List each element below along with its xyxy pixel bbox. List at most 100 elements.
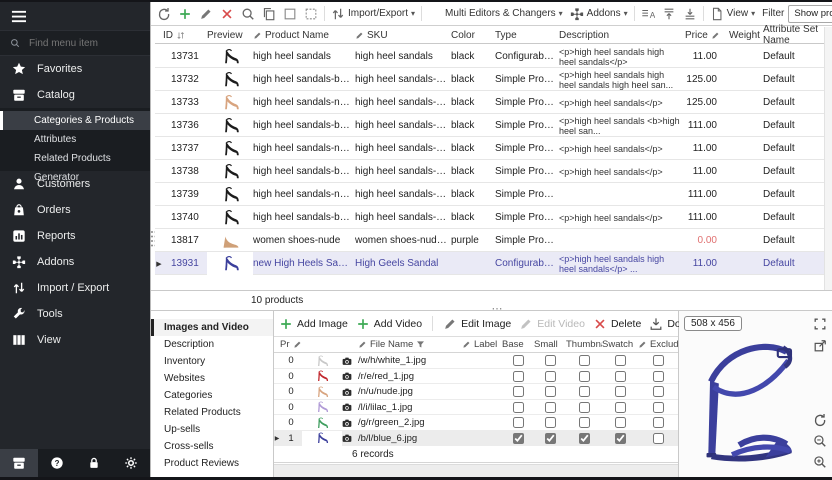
exclude-checkbox[interactable] — [653, 417, 664, 428]
hamburger-menu-icon[interactable] — [10, 9, 27, 24]
small-checkbox[interactable] — [545, 402, 556, 413]
edit-video-button[interactable]: Edit Video — [519, 317, 585, 331]
catalog-shortcut-icon[interactable] — [0, 449, 38, 477]
column-header-small[interactable]: Small — [534, 339, 566, 350]
addons-menu[interactable]: Addons▾ — [567, 3, 631, 25]
vertical-scrollbar[interactable] — [824, 27, 832, 290]
rotate-icon[interactable] — [813, 413, 827, 427]
product-row[interactable]: 13731high heel sandalshigh heel sandalsb… — [155, 45, 824, 68]
swatch-checkbox[interactable] — [615, 402, 626, 413]
zoom-out-icon[interactable] — [813, 434, 827, 448]
column-header-product-name[interactable]: Product Name — [253, 30, 355, 41]
column-header-id[interactable]: ID — [163, 30, 207, 41]
column-header-swatch[interactable]: Swatch — [602, 339, 638, 350]
tab-inventory[interactable]: Inventory — [151, 353, 273, 370]
column-header-label[interactable]: Label — [462, 339, 502, 350]
product-row[interactable]: 13733high heel sandals-nudehigh heel san… — [155, 91, 824, 114]
thumbnail-checkbox[interactable] — [579, 371, 590, 382]
select-range-button[interactable] — [301, 3, 321, 25]
fullscreen-icon[interactable] — [813, 317, 827, 331]
column-header-pr[interactable]: Pr — [280, 339, 302, 350]
zoom-in-icon[interactable] — [813, 455, 827, 469]
sidebar-item-tools[interactable]: Tools — [0, 301, 150, 327]
filter-select[interactable]: Show products from selected categories▾ — [788, 5, 832, 23]
column-header-type[interactable]: Type — [495, 30, 559, 41]
open-external-icon[interactable] — [813, 339, 827, 353]
sidebar-item-catalog[interactable]: Catalog — [0, 82, 150, 108]
tab-websites[interactable]: Websites — [151, 370, 273, 387]
image-row[interactable]: 0/n/u/nude.jpg — [274, 384, 678, 400]
thumbnail-checkbox[interactable] — [579, 417, 590, 428]
column-header-exclude[interactable]: Exclude — [638, 339, 678, 350]
tab-description[interactable]: Description — [151, 336, 273, 353]
checkbox-select-button[interactable] — [280, 3, 300, 25]
menu-search-input[interactable] — [27, 37, 131, 50]
image-row[interactable]: ▶1/b/l/blue_6.jpg — [274, 431, 678, 447]
swatch-checkbox[interactable] — [615, 371, 626, 382]
column-header-file-name[interactable]: File Name — [358, 339, 462, 350]
tab-categories[interactable]: Categories — [151, 387, 273, 404]
column-header-preview[interactable]: Preview — [207, 30, 253, 41]
sidebar-item-related-products-generator[interactable]: Related Products Generator — [0, 149, 150, 168]
add-image-button[interactable]: Add Image — [279, 317, 348, 331]
small-checkbox[interactable] — [545, 386, 556, 397]
column-header-sku[interactable]: SKU — [355, 30, 451, 41]
base-checkbox[interactable] — [513, 402, 524, 413]
small-checkbox[interactable] — [545, 355, 556, 366]
image-row[interactable]: 0/r/e/red_1.jpg — [274, 369, 678, 385]
swatch-checkbox[interactable] — [615, 417, 626, 428]
swatch-checkbox[interactable] — [615, 355, 626, 366]
add-product-button[interactable] — [175, 3, 195, 25]
settings-gear-icon[interactable] — [113, 456, 150, 470]
expand-rows-button[interactable] — [659, 3, 679, 25]
sidebar-item-categories-products[interactable]: Categories & Products — [0, 111, 150, 130]
view-menu[interactable]: View▾ — [707, 3, 759, 25]
exclude-checkbox[interactable] — [653, 355, 664, 366]
image-row[interactable]: 0/g/r/green_2.jpg — [274, 415, 678, 431]
thumbnail-checkbox[interactable] — [579, 355, 590, 366]
sidebar-item-attributes[interactable]: Attributes — [0, 130, 150, 149]
sidebar-item-orders[interactable]: Orders — [0, 197, 150, 223]
delete-product-button[interactable] — [217, 3, 237, 25]
sidebar-search[interactable] — [0, 30, 150, 56]
import-export-menu[interactable]: Import/Export▾ — [328, 3, 418, 25]
sidebar-item-addons[interactable]: Addons — [0, 249, 150, 275]
add-video-button[interactable]: Add Video — [356, 317, 422, 331]
autosize-columns-button[interactable]: A — [638, 3, 658, 25]
product-row[interactable]: 13738high heel sandals-black-37high heel… — [155, 160, 824, 183]
exclude-checkbox[interactable] — [653, 402, 664, 413]
product-row[interactable]: 13736high heel sandals-black-36high heel… — [155, 114, 824, 137]
product-row[interactable]: 13740high heel sandals-black-38high heel… — [155, 206, 824, 229]
column-header-color[interactable]: Color — [451, 30, 495, 41]
image-row[interactable]: 0/l/i/lilac_1.jpg — [274, 400, 678, 416]
search-button[interactable] — [238, 3, 258, 25]
edit-product-button[interactable] — [196, 3, 216, 25]
product-row[interactable]: ▶13931new High Heels SandalsHigh Geels S… — [155, 252, 824, 275]
tab-related-products[interactable]: Related Products — [151, 404, 273, 421]
edit-image-button[interactable]: Edit Image — [443, 317, 511, 331]
tab-images-and-video[interactable]: Images and Video — [151, 319, 273, 336]
sidebar-item-import-export[interactable]: Import / Export — [0, 275, 150, 301]
multi-editors-menu[interactable]: Multi Editors & Changers▾ — [425, 3, 566, 25]
small-checkbox[interactable] — [545, 371, 556, 382]
thumbnail-checkbox[interactable] — [579, 386, 590, 397]
collapse-rows-button[interactable] — [680, 3, 700, 25]
column-header-base[interactable]: Base — [502, 339, 534, 350]
column-header-attribute-set-name[interactable]: Attribute Set Name — [763, 24, 824, 46]
swatch-checkbox[interactable] — [615, 433, 626, 444]
tab-product-reviews[interactable]: Product Reviews — [151, 455, 273, 472]
base-checkbox[interactable] — [513, 371, 524, 382]
thumbnail-checkbox[interactable] — [579, 402, 590, 413]
sidebar-item-reports[interactable]: Reports — [0, 223, 150, 249]
base-checkbox[interactable] — [513, 355, 524, 366]
exclude-checkbox[interactable] — [653, 386, 664, 397]
product-row[interactable]: 13737high heel sandals-nude-36high heel … — [155, 137, 824, 160]
exclude-checkbox[interactable] — [653, 433, 664, 444]
horizontal-scrollbar[interactable] — [274, 464, 678, 478]
delete-image-button[interactable]: Delete — [593, 317, 641, 331]
product-row[interactable]: 13739high heel sandals-nude-37high heel … — [155, 183, 824, 206]
column-header-price[interactable]: Price — [685, 30, 729, 41]
copy-button[interactable] — [259, 3, 279, 25]
image-row[interactable]: 0/w/h/white_1.jpg — [274, 353, 678, 369]
swatch-checkbox[interactable] — [615, 386, 626, 397]
